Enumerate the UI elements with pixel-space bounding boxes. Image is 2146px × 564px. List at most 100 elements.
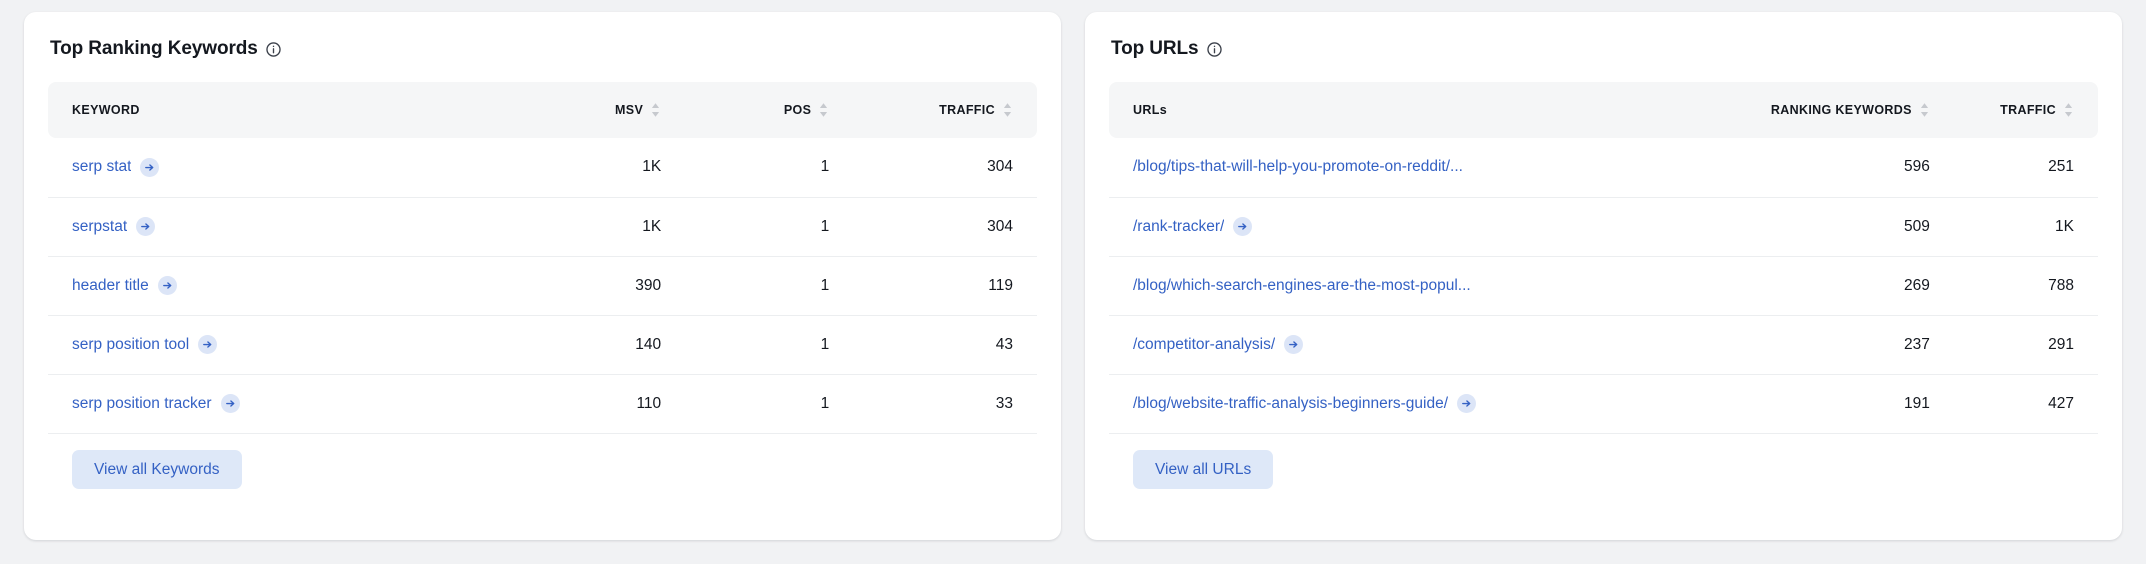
- keyword-cell: serp position tool: [48, 315, 484, 375]
- traffic-cell: 43: [829, 315, 1037, 375]
- msv-cell: 1K: [483, 197, 662, 257]
- open-arrow-icon[interactable]: [136, 217, 156, 236]
- column-header-traffic[interactable]: TRAFFIC: [1930, 82, 2098, 138]
- urls-table: URLs RANKING KEYWORDS TRAFFIC /blog/tips…: [1109, 82, 2098, 434]
- open-arrow-icon[interactable]: [220, 394, 240, 413]
- urls-table-body: /blog/tips-that-will-help-you-promote-on…: [1109, 138, 2098, 434]
- url-link[interactable]: /rank-tracker/: [1133, 218, 1224, 236]
- pos-cell: 1: [661, 374, 830, 434]
- keyword-link[interactable]: serp stat: [72, 158, 131, 176]
- urls-card-footer: View all URLs: [1109, 434, 2098, 489]
- urls-table-header: URLs RANKING KEYWORDS TRAFFIC: [1109, 82, 2098, 138]
- msv-cell: 110: [483, 374, 662, 434]
- keyword-cell: serp stat: [48, 138, 484, 198]
- url-cell: /blog/website-traffic-analysis-beginners…: [1109, 374, 1703, 434]
- open-arrow-icon[interactable]: [1457, 394, 1477, 413]
- keyword-cell: serpstat: [48, 197, 484, 257]
- table-row: header title 390 1 119: [48, 256, 1037, 316]
- sort-arrows-icon[interactable]: [650, 102, 661, 118]
- view-all-urls-button[interactable]: View all URLs: [1133, 449, 1274, 489]
- keyword-link[interactable]: serp position tracker: [72, 395, 212, 413]
- keywords-card-header: Top Ranking Keywords: [48, 34, 1037, 60]
- url-link[interactable]: /competitor-analysis/: [1133, 336, 1275, 354]
- ranking-keywords-cell: 191: [1702, 374, 1930, 434]
- info-circle-icon[interactable]: [1206, 41, 1223, 58]
- msv-cell: 1K: [483, 138, 662, 198]
- keywords-card-footer: View all Keywords: [48, 434, 1037, 489]
- table-header-row: URLs RANKING KEYWORDS TRAFFIC: [1109, 82, 2098, 138]
- view-all-keywords-button[interactable]: View all Keywords: [72, 449, 242, 489]
- ranking-keywords-cell: 237: [1702, 315, 1930, 375]
- column-header-traffic[interactable]: TRAFFIC: [829, 82, 1037, 138]
- column-header-keyword[interactable]: KEYWORD: [48, 82, 483, 138]
- traffic-cell: 291: [1929, 315, 2098, 375]
- traffic-cell: 251: [1929, 138, 2098, 198]
- top-urls-card: Top URLs URLs RANKING KEYWORDS TRAFFIC /…: [1085, 12, 2122, 540]
- table-row: /competitor-analysis/ 237 291: [1109, 315, 2098, 375]
- column-label: TRAFFIC: [939, 103, 995, 117]
- column-header-msv[interactable]: MSV: [483, 82, 661, 138]
- table-row: serp stat 1K 1 304: [48, 138, 1037, 198]
- table-row: /blog/website-traffic-analysis-beginners…: [1109, 374, 2098, 434]
- sort-arrows-icon[interactable]: [2063, 102, 2074, 118]
- pos-cell: 1: [661, 197, 830, 257]
- ranking-keywords-cell: 509: [1702, 197, 1930, 257]
- keyword-cell: serp position tracker: [48, 374, 484, 434]
- traffic-cell: 788: [1929, 256, 2098, 316]
- keyword-link[interactable]: serpstat: [72, 218, 127, 236]
- keywords-table-header: KEYWORD MSV POS TRAFFIC: [48, 82, 1037, 138]
- column-header-urls[interactable]: URLs: [1109, 82, 1702, 138]
- open-arrow-icon[interactable]: [157, 276, 177, 295]
- info-circle-icon[interactable]: [265, 41, 282, 58]
- pos-cell: 1: [661, 138, 830, 198]
- sort-arrows-icon[interactable]: [1919, 102, 1930, 118]
- open-arrow-icon[interactable]: [140, 157, 160, 177]
- page-title: Top URLs: [1111, 38, 1199, 59]
- column-header-pos[interactable]: POS: [661, 82, 829, 138]
- msv-cell: 140: [483, 315, 662, 375]
- keywords-table-body: serp stat 1K 1 304 serpstat 1K 1 304 hea…: [48, 138, 1037, 434]
- table-row: serpstat 1K 1 304: [48, 197, 1037, 257]
- open-arrow-icon[interactable]: [1284, 335, 1304, 354]
- table-row: /blog/which-search-engines-are-the-most-…: [1109, 256, 2098, 316]
- column-label: MSV: [615, 103, 644, 117]
- top-ranking-keywords-card: Top Ranking Keywords KEYWORD MSV POS TRA…: [24, 12, 1061, 540]
- keywords-table: KEYWORD MSV POS TRAFFIC serp stat 1K 1 3…: [48, 82, 1037, 434]
- url-cell: /blog/tips-that-will-help-you-promote-on…: [1109, 138, 1703, 198]
- open-arrow-icon[interactable]: [1233, 217, 1253, 236]
- column-header-ranking-keywords[interactable]: RANKING KEYWORDS: [1702, 82, 1929, 138]
- table-header-row: KEYWORD MSV POS TRAFFIC: [48, 82, 1037, 138]
- traffic-cell: 33: [829, 374, 1037, 434]
- ranking-keywords-cell: 596: [1702, 138, 1930, 198]
- table-row: /blog/tips-that-will-help-you-promote-on…: [1109, 138, 2098, 198]
- traffic-cell: 1K: [1929, 197, 2098, 257]
- pos-cell: 1: [661, 256, 830, 316]
- url-link[interactable]: /blog/which-search-engines-are-the-most-…: [1133, 277, 1471, 295]
- column-label: KEYWORD: [72, 103, 140, 117]
- keyword-link[interactable]: serp position tool: [72, 336, 189, 354]
- traffic-cell: 119: [829, 256, 1037, 316]
- dashboard-panels: Top Ranking Keywords KEYWORD MSV POS TRA…: [0, 0, 2146, 564]
- sort-arrows-icon[interactable]: [1002, 102, 1013, 118]
- column-label: RANKING KEYWORDS: [1770, 102, 1912, 117]
- url-link[interactable]: /blog/website-traffic-analysis-beginners…: [1133, 395, 1448, 413]
- msv-cell: 390: [483, 256, 662, 316]
- pos-cell: 1: [661, 315, 830, 375]
- column-label: POS: [783, 103, 812, 117]
- sort-arrows-icon[interactable]: [818, 102, 829, 118]
- table-row: serp position tracker 110 1 33: [48, 374, 1037, 434]
- url-cell: /blog/which-search-engines-are-the-most-…: [1109, 256, 1703, 316]
- keyword-link[interactable]: header title: [72, 277, 149, 295]
- table-row: /rank-tracker/ 509 1K: [1109, 197, 2098, 257]
- url-link[interactable]: /blog/tips-that-will-help-you-promote-on…: [1133, 158, 1463, 176]
- page-title: Top Ranking Keywords: [50, 38, 258, 59]
- traffic-cell: 304: [829, 197, 1037, 257]
- keyword-cell: header title: [48, 256, 484, 316]
- ranking-keywords-cell: 269: [1702, 256, 1930, 316]
- urls-card-header: Top URLs: [1109, 34, 2098, 60]
- table-row: serp position tool 140 1 43: [48, 315, 1037, 375]
- url-cell: /competitor-analysis/: [1109, 315, 1703, 375]
- column-label: TRAFFIC: [2000, 103, 2056, 117]
- open-arrow-icon[interactable]: [198, 335, 218, 354]
- traffic-cell: 427: [1929, 374, 2098, 434]
